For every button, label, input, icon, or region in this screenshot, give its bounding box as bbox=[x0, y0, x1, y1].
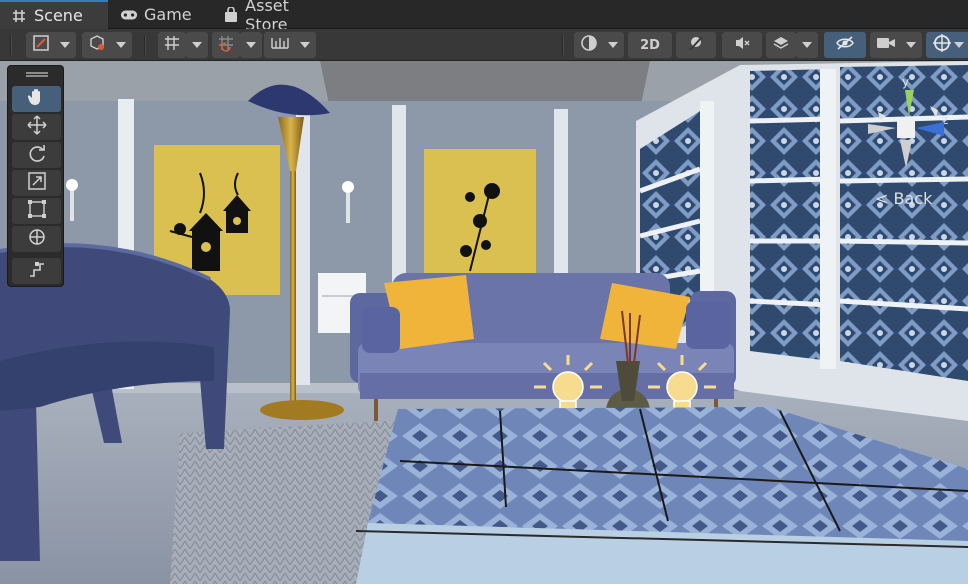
tab-label: Game bbox=[144, 5, 192, 24]
rect-icon bbox=[27, 199, 47, 223]
ruler-dropdown[interactable] bbox=[264, 32, 316, 58]
render-sphere-icon bbox=[580, 34, 598, 56]
move-icon bbox=[26, 115, 47, 139]
lighting-icon bbox=[687, 34, 705, 56]
custom-tool-button[interactable] bbox=[12, 258, 61, 284]
gizmos-icon bbox=[932, 33, 952, 57]
effects-icon bbox=[772, 34, 790, 56]
tab-label: Scene bbox=[34, 6, 83, 25]
custom-tool-icon bbox=[27, 259, 47, 283]
effects-dropdown[interactable] bbox=[796, 32, 818, 58]
tab-game[interactable]: Game bbox=[110, 0, 210, 29]
visibility-icon bbox=[835, 35, 855, 55]
tools-overlay bbox=[7, 65, 64, 287]
transform-tool-button[interactable] bbox=[12, 226, 61, 252]
scene-toolbar: 2D bbox=[0, 29, 968, 61]
shading-mode-dropdown[interactable] bbox=[82, 32, 132, 58]
tab-asset-store[interactable]: Asset Store bbox=[212, 0, 342, 34]
tab-scene[interactable]: Scene bbox=[0, 0, 108, 29]
increment-snap-dropdown[interactable] bbox=[240, 32, 262, 58]
tab-bar: Scene Game Asset Store bbox=[0, 0, 968, 34]
gizmo-y-label: y bbox=[902, 75, 909, 89]
rect-tool-button[interactable] bbox=[12, 198, 61, 224]
2d-toggle-button[interactable]: 2D bbox=[628, 32, 672, 58]
scale-icon bbox=[27, 171, 47, 195]
gizmos-dropdown[interactable] bbox=[926, 32, 968, 58]
ruler-icon bbox=[270, 35, 290, 55]
audio-button[interactable] bbox=[722, 32, 762, 58]
move-tool-button[interactable] bbox=[12, 114, 61, 140]
scene-render bbox=[0, 61, 968, 584]
scene-viewport[interactable] bbox=[0, 61, 968, 584]
draw-mode-icon bbox=[32, 34, 50, 56]
scale-tool-button[interactable] bbox=[12, 170, 61, 196]
toolbar-separator bbox=[144, 35, 146, 55]
gizmo-center-cube bbox=[897, 120, 915, 138]
gizmo-y-axis bbox=[905, 90, 914, 116]
render-mode-dropdown[interactable] bbox=[574, 32, 624, 58]
increment-snap-button[interactable] bbox=[212, 32, 240, 58]
chevron-left-icon: < bbox=[875, 189, 889, 208]
hand-tool-button[interactable] bbox=[12, 86, 61, 112]
transform-icon bbox=[27, 227, 47, 251]
grid-snap-icon bbox=[163, 34, 181, 56]
toolbar-separator bbox=[562, 35, 564, 55]
shopping-bag-icon bbox=[222, 6, 239, 24]
rotate-tool-button[interactable] bbox=[12, 142, 61, 168]
draw-mode-dropdown[interactable] bbox=[26, 32, 76, 58]
hand-icon bbox=[27, 87, 47, 111]
camera-dropdown[interactable] bbox=[870, 32, 922, 58]
shading-cube-icon bbox=[88, 34, 106, 56]
grid-hash-icon bbox=[10, 7, 28, 25]
increment-snap-icon bbox=[217, 34, 235, 56]
effects-button[interactable] bbox=[766, 32, 796, 58]
drag-grip[interactable] bbox=[26, 72, 48, 77]
toolbar-separator bbox=[10, 35, 12, 55]
visibility-button[interactable] bbox=[824, 32, 866, 58]
gamepad-icon bbox=[120, 6, 138, 24]
rotate-icon bbox=[27, 143, 47, 167]
audio-mute-icon bbox=[733, 34, 751, 56]
grid-snap-button[interactable] bbox=[158, 32, 186, 58]
lighting-button[interactable] bbox=[676, 32, 716, 58]
gizmo-view-label[interactable]: < Back bbox=[875, 189, 932, 208]
camera-icon bbox=[876, 36, 896, 54]
grid-snap-dropdown[interactable] bbox=[186, 32, 208, 58]
gizmo-z-axis bbox=[916, 122, 944, 136]
